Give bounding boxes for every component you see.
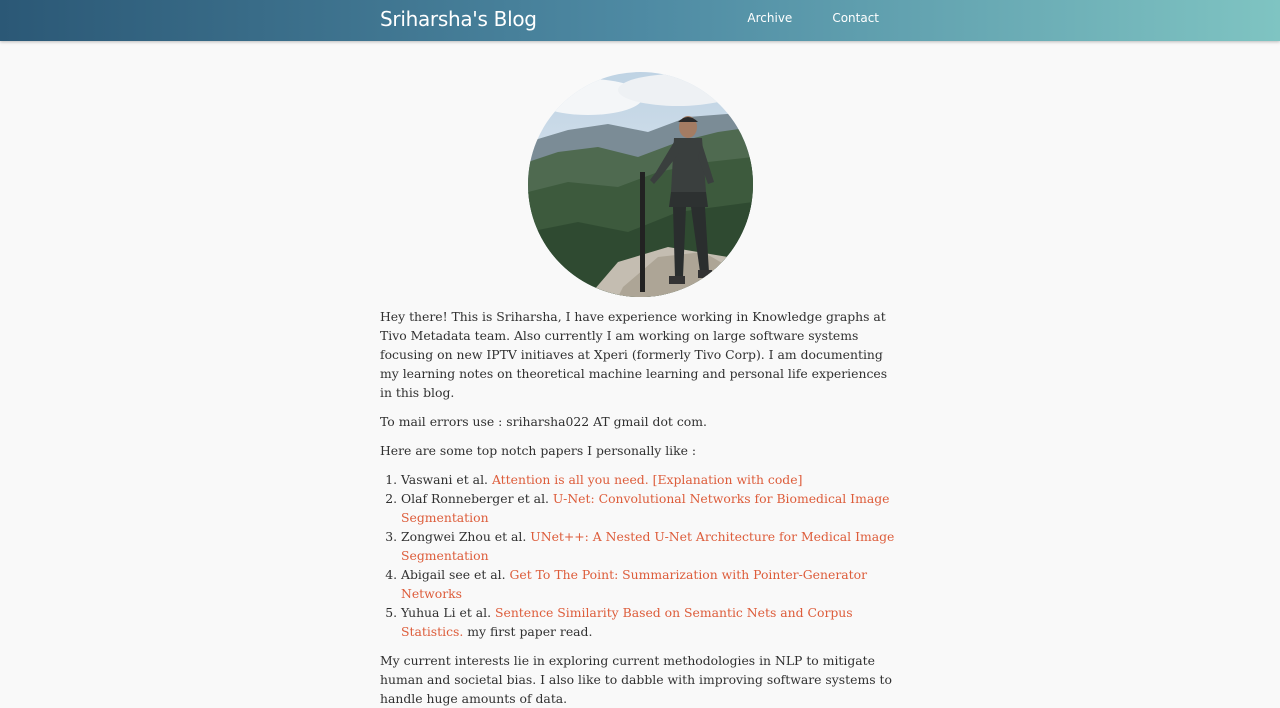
paper-note: my first paper read.: [467, 624, 593, 639]
paper-item: Abigail see et al. Get To The Point: Sum…: [401, 565, 900, 603]
paper-link-attention[interactable]: Attention is all you need. [Explanation …: [492, 472, 802, 487]
avatar-container: [380, 72, 900, 297]
paper-authors: Olaf Ronneberger et al.: [401, 491, 549, 506]
paper-item: Zongwei Zhou et al. UNet++: A Nested U-N…: [401, 527, 900, 565]
paper-item: Olaf Ronneberger et al. U-Net: Convoluti…: [401, 489, 900, 527]
mail-note: To mail errors use : sriharsha022 AT gma…: [380, 414, 707, 429]
papers-heading: Here are some top notch papers I persona…: [380, 443, 697, 458]
paper-item: Yuhua Li et al. Sentence Similarity Base…: [401, 603, 900, 641]
papers-list: Vaswani et al. Attention is all you need…: [380, 470, 900, 641]
interests-paragraph: My current interests lie in exploring cu…: [380, 653, 892, 706]
paper-authors: Zongwei Zhou et al.: [401, 529, 527, 544]
paper-authors: Vaswani et al.: [401, 472, 488, 487]
masthead: Sriharsha's Blog Archive Contact: [0, 0, 1280, 41]
paper-authors: Abigail see et al.: [401, 567, 506, 582]
intro-paragraph: Hey there! This is Sriharsha, I have exp…: [380, 309, 888, 400]
site-title-link[interactable]: Sriharsha's Blog: [380, 7, 537, 31]
paper-authors: Yuhua Li et al.: [401, 605, 492, 620]
paper-item: Vaswani et al. Attention is all you need…: [401, 470, 900, 489]
nav-contact-link[interactable]: Contact: [832, 11, 879, 25]
masthead-inner: Sriharsha's Blog Archive Contact: [380, 0, 900, 41]
avatar: [527, 72, 753, 297]
main-content: Hey there! This is Sriharsha, I have exp…: [380, 41, 900, 708]
nav-archive-link[interactable]: Archive: [747, 11, 792, 25]
main-nav: Archive Contact: [747, 11, 879, 25]
